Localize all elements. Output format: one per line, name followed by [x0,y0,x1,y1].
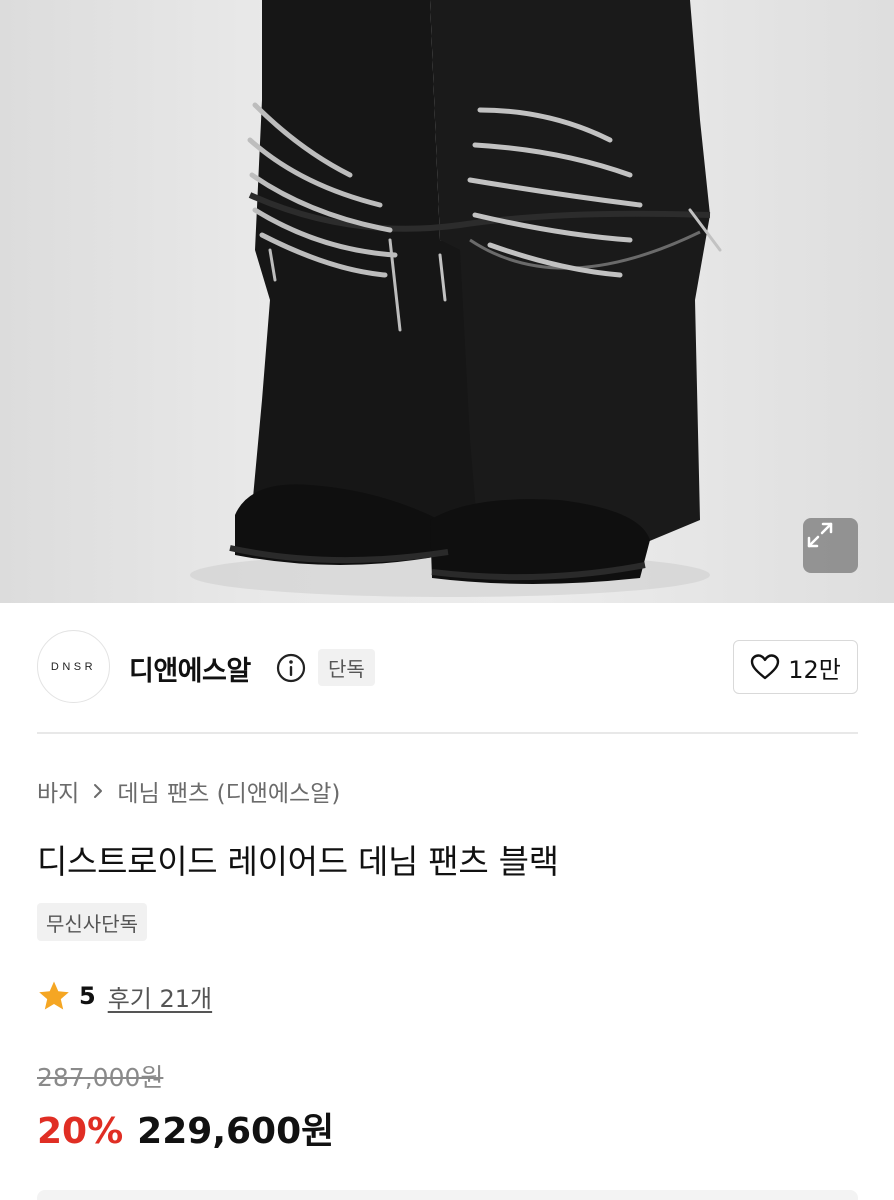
rating: 5 후기 21개 [37,978,212,1014]
breadcrumb-subcategory[interactable]: 데님 팬츠 (디앤에스알) [117,774,340,808]
reviews-link[interactable]: 후기 21개 [108,979,212,1014]
brand-row: DNSR 디앤에스알 단독 12만 [37,630,858,704]
heart-icon [750,654,780,680]
product-title: 디스트로이드 레이어드 데님 팬츠 블랙 [37,842,559,881]
section-divider [37,732,858,734]
chevron-right-icon [94,784,103,798]
breadcrumb: 바지 데님 팬츠 (디앤에스알) [37,774,340,808]
product-tag: 무신사단독 [37,903,147,941]
brand-logo[interactable]: DNSR [37,630,110,703]
next-section-card [37,1190,858,1200]
brand-logo-text: DNSR [50,660,97,673]
original-price: 287,000원 [37,1063,164,1092]
product-photo-illustration [190,0,722,597]
discount-rate: 20% [37,1111,124,1152]
brand-name[interactable]: 디앤에스알 [129,649,251,688]
rating-score: 5 [79,982,96,1010]
exclusive-badge: 단독 [318,649,375,686]
like-button[interactable]: 12만 [733,640,858,694]
like-count: 12만 [788,655,841,684]
product-image[interactable] [0,0,894,603]
expand-icon [807,522,833,548]
star-icon [39,981,69,1009]
breadcrumb-category[interactable]: 바지 [37,774,79,808]
final-price: 229,600원 [137,1111,335,1152]
price-row: 20% 229,600원 [37,1102,334,1154]
info-icon[interactable] [275,652,307,684]
expand-image-button[interactable] [803,518,858,573]
